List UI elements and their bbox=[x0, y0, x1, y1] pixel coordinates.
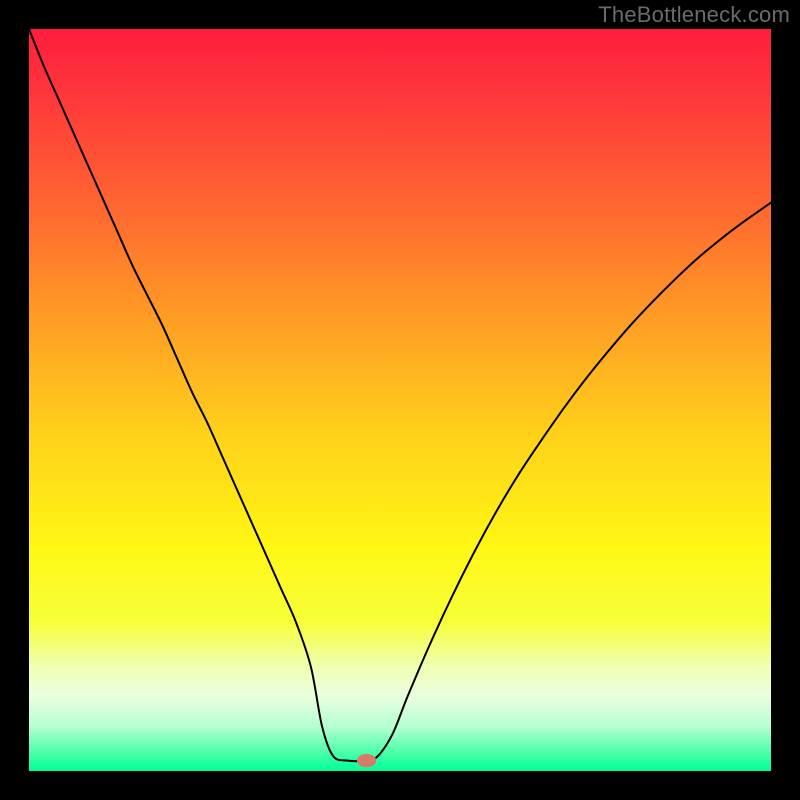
gradient-background bbox=[29, 29, 771, 771]
bottleneck-chart bbox=[29, 29, 771, 771]
chart-frame: TheBottleneck.com bbox=[0, 0, 800, 800]
optimal-point-marker bbox=[357, 754, 376, 767]
watermark-text: TheBottleneck.com bbox=[598, 2, 790, 28]
plot-area bbox=[29, 29, 771, 771]
